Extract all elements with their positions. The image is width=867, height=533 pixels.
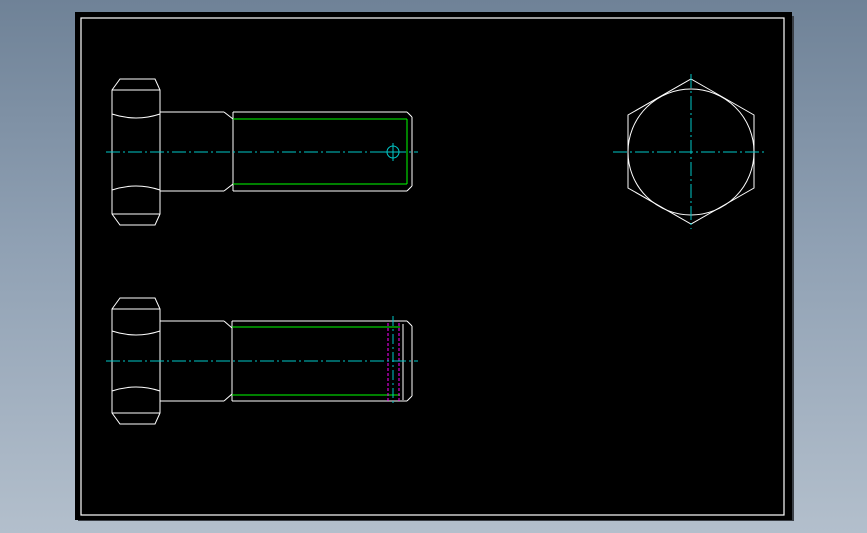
cad-viewport[interactable] [0,0,867,533]
cad-drawing-canvas[interactable] [0,0,867,533]
drawing-sheet [75,12,792,520]
